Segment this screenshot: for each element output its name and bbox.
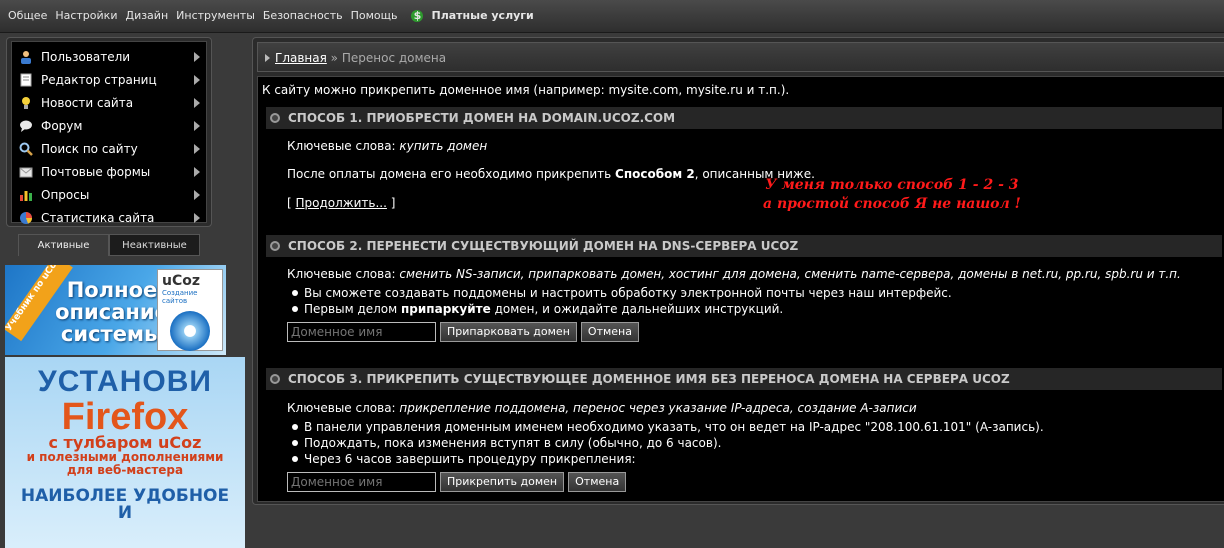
poll-icon	[19, 188, 33, 202]
method3-form: Прикрепить домен Отмена	[287, 472, 627, 492]
forum-icon	[19, 119, 33, 133]
cancel-button[interactable]: Отмена	[568, 472, 627, 492]
list-item: Подождать, пока изменения вступят в силу…	[291, 435, 1044, 451]
method1-text: После оплаты домена его необходимо прикр…	[287, 167, 815, 181]
breadcrumb: Главная » Перенос домена	[257, 42, 1224, 72]
sidebar-item-label: Почтовые формы	[41, 164, 151, 179]
method3-keywords: Ключевые слова: прикрепление поддомена, …	[287, 401, 917, 415]
method1-header: СПОСОБ 1. ПРИОБРЕСТИ ДОМЕН НА DOMAIN.UCO…	[266, 107, 1222, 129]
bullet-icon	[270, 113, 280, 123]
sidebar-item-label: Редактор страниц	[41, 72, 157, 87]
method2-title: СПОСОБ 2. ПЕРЕНЕСТИ СУЩЕСТВУЮЩИЙ ДОМЕН Н…	[288, 239, 799, 253]
attach-domain-button[interactable]: Прикрепить домен	[440, 472, 565, 492]
sidebar-item-forum[interactable]: Форум	[12, 114, 206, 137]
menu-paid-services[interactable]: $ Платные услуги	[411, 9, 541, 22]
main-panel: Главная » Перенос домена К сайту можно п…	[252, 37, 1224, 505]
user-annotation: У меня только способ 1 - 2 - 3 а простой…	[763, 177, 1021, 212]
method3-title: СПОСОБ 3. ПРИКРЕПИТЬ СУЩЕСТВУЮЩЕЕ ДОМЕНН…	[288, 372, 1010, 386]
method2-list: Вы сможете создавать поддомены и настрои…	[291, 285, 952, 317]
menu-help[interactable]: Помощь	[351, 9, 398, 22]
method3-list: В панели управления доменным именем необ…	[291, 419, 1044, 467]
list-item: Через 6 часов завершить процедуру прикре…	[291, 451, 1044, 467]
banner-line: Firefox	[61, 396, 189, 438]
continue-link[interactable]: Продолжить...	[296, 196, 387, 210]
menu-design[interactable]: Дизайн	[125, 9, 168, 22]
banner-line: УСТАНОВИ	[38, 365, 212, 398]
sidebar-item-mail-forms[interactable]: Почтовые формы	[12, 160, 206, 183]
menu-security[interactable]: Безопасность	[263, 9, 343, 22]
banner-line: для веб-мастера	[66, 463, 184, 477]
bullet-icon	[270, 374, 280, 384]
park-domain-button[interactable]: Припарковать домен	[440, 322, 577, 342]
triangle-right-icon	[265, 54, 270, 62]
breadcrumb-separator: »	[330, 51, 339, 65]
method1-keywords: Ключевые слова: купить домен	[287, 139, 488, 153]
method1-continue: [ Продолжить... ]	[287, 196, 396, 210]
domain-transfer-content: К сайту можно прикрепить доменное имя (н…	[257, 76, 1224, 502]
chevron-right-icon	[194, 213, 200, 223]
sidebar-item-label: Поиск по сайту	[41, 141, 138, 156]
chevron-right-icon	[194, 75, 200, 85]
sidebar-item-page-editor[interactable]: Редактор страниц	[12, 68, 206, 91]
menu-tools[interactable]: Инструменты	[176, 9, 255, 22]
sidebar-item-label: Опросы	[41, 187, 90, 202]
banner-line: с тулбаром uCoz	[48, 433, 202, 452]
mail-icon	[19, 165, 33, 179]
menu-general[interactable]: Общее	[8, 9, 47, 22]
book-cover-image: uCoz Создание сайтов	[157, 269, 223, 351]
list-item: Первым делом припаркуйте домен, и ожидай…	[291, 301, 952, 317]
paid-services-label: Платные услуги	[431, 9, 534, 22]
sidebar-tabs: Активные Неактивные	[18, 234, 200, 256]
sidebar-item-label: Пользователи	[41, 49, 131, 64]
page-icon	[19, 73, 33, 87]
bullet-icon	[270, 241, 280, 251]
tab-active[interactable]: Активные	[18, 234, 109, 256]
sidebar-item-news[interactable]: Новости сайта	[12, 91, 206, 114]
tab-inactive[interactable]: Неактивные	[109, 234, 200, 256]
chevron-right-icon	[194, 167, 200, 177]
search-icon	[19, 142, 33, 156]
chevron-right-icon	[194, 190, 200, 200]
top-menu: Общее Настройки Дизайн Инструменты Безоп…	[8, 9, 542, 22]
domain-name-input[interactable]	[287, 322, 436, 342]
chevron-right-icon	[194, 98, 200, 108]
modules-sidebar: Пользователи Редактор страниц Новости са…	[6, 37, 212, 227]
sidebar-item-users[interactable]: Пользователи	[12, 45, 206, 68]
sidebar-item-label: Форум	[41, 118, 83, 133]
users-icon	[19, 50, 33, 64]
method2-header: СПОСОБ 2. ПЕРЕНЕСТИ СУЩЕСТВУЮЩИЙ ДОМЕН Н…	[266, 235, 1222, 257]
chevron-right-icon	[194, 52, 200, 62]
method1-title: СПОСОБ 1. ПРИОБРЕСТИ ДОМЕН НА DOMAIN.UCO…	[288, 111, 676, 125]
chevron-right-icon	[194, 144, 200, 154]
chevron-right-icon	[194, 121, 200, 131]
left-column: Пользователи Редактор страниц Новости са…	[0, 33, 248, 548]
method2-form: Припарковать домен Отмена	[287, 322, 639, 342]
ucoz-manual-banner[interactable]: Учебник по uCoz Полное описание системы …	[5, 265, 226, 355]
stats-icon	[19, 211, 33, 225]
sidebar-item-search[interactable]: Поиск по сайту	[12, 137, 206, 160]
sidebar-item-label: Новости сайта	[41, 95, 134, 110]
sidebar-item-label: Статистика сайта	[41, 210, 155, 225]
method3-header: СПОСОБ 3. ПРИКРЕПИТЬ СУЩЕСТВУЮЩЕЕ ДОМЕНН…	[266, 368, 1222, 390]
sidebar-item-polls[interactable]: Опросы	[12, 183, 206, 206]
breadcrumb-home-link[interactable]: Главная	[275, 51, 327, 65]
banner-text: Полное описание системы	[55, 278, 169, 346]
domain-name-input[interactable]	[287, 472, 436, 492]
banner-line: И	[117, 503, 133, 523]
disc-icon	[170, 311, 210, 351]
intro-text: К сайту можно прикрепить доменное имя (н…	[262, 83, 790, 97]
dollar-icon: $	[411, 9, 424, 22]
breadcrumb-current: Перенос домена	[341, 51, 447, 65]
method2-keywords: Ключевые слова: сменить NS-записи, припа…	[287, 267, 1181, 281]
top-menu-bar: Общее Настройки Дизайн Инструменты Безоп…	[0, 0, 1224, 33]
list-item: В панели управления доменным именем необ…	[291, 419, 1044, 435]
cancel-button[interactable]: Отмена	[580, 322, 639, 342]
menu-settings[interactable]: Настройки	[55, 9, 117, 22]
list-item: Вы сможете создавать поддомены и настрои…	[291, 285, 952, 301]
firefox-toolbar-banner[interactable]: УСТАНОВИ Firefox с тулбаром uCoz и полез…	[5, 357, 245, 548]
sidebar-item-stats[interactable]: Статистика сайта	[12, 206, 206, 229]
news-icon	[19, 96, 33, 110]
